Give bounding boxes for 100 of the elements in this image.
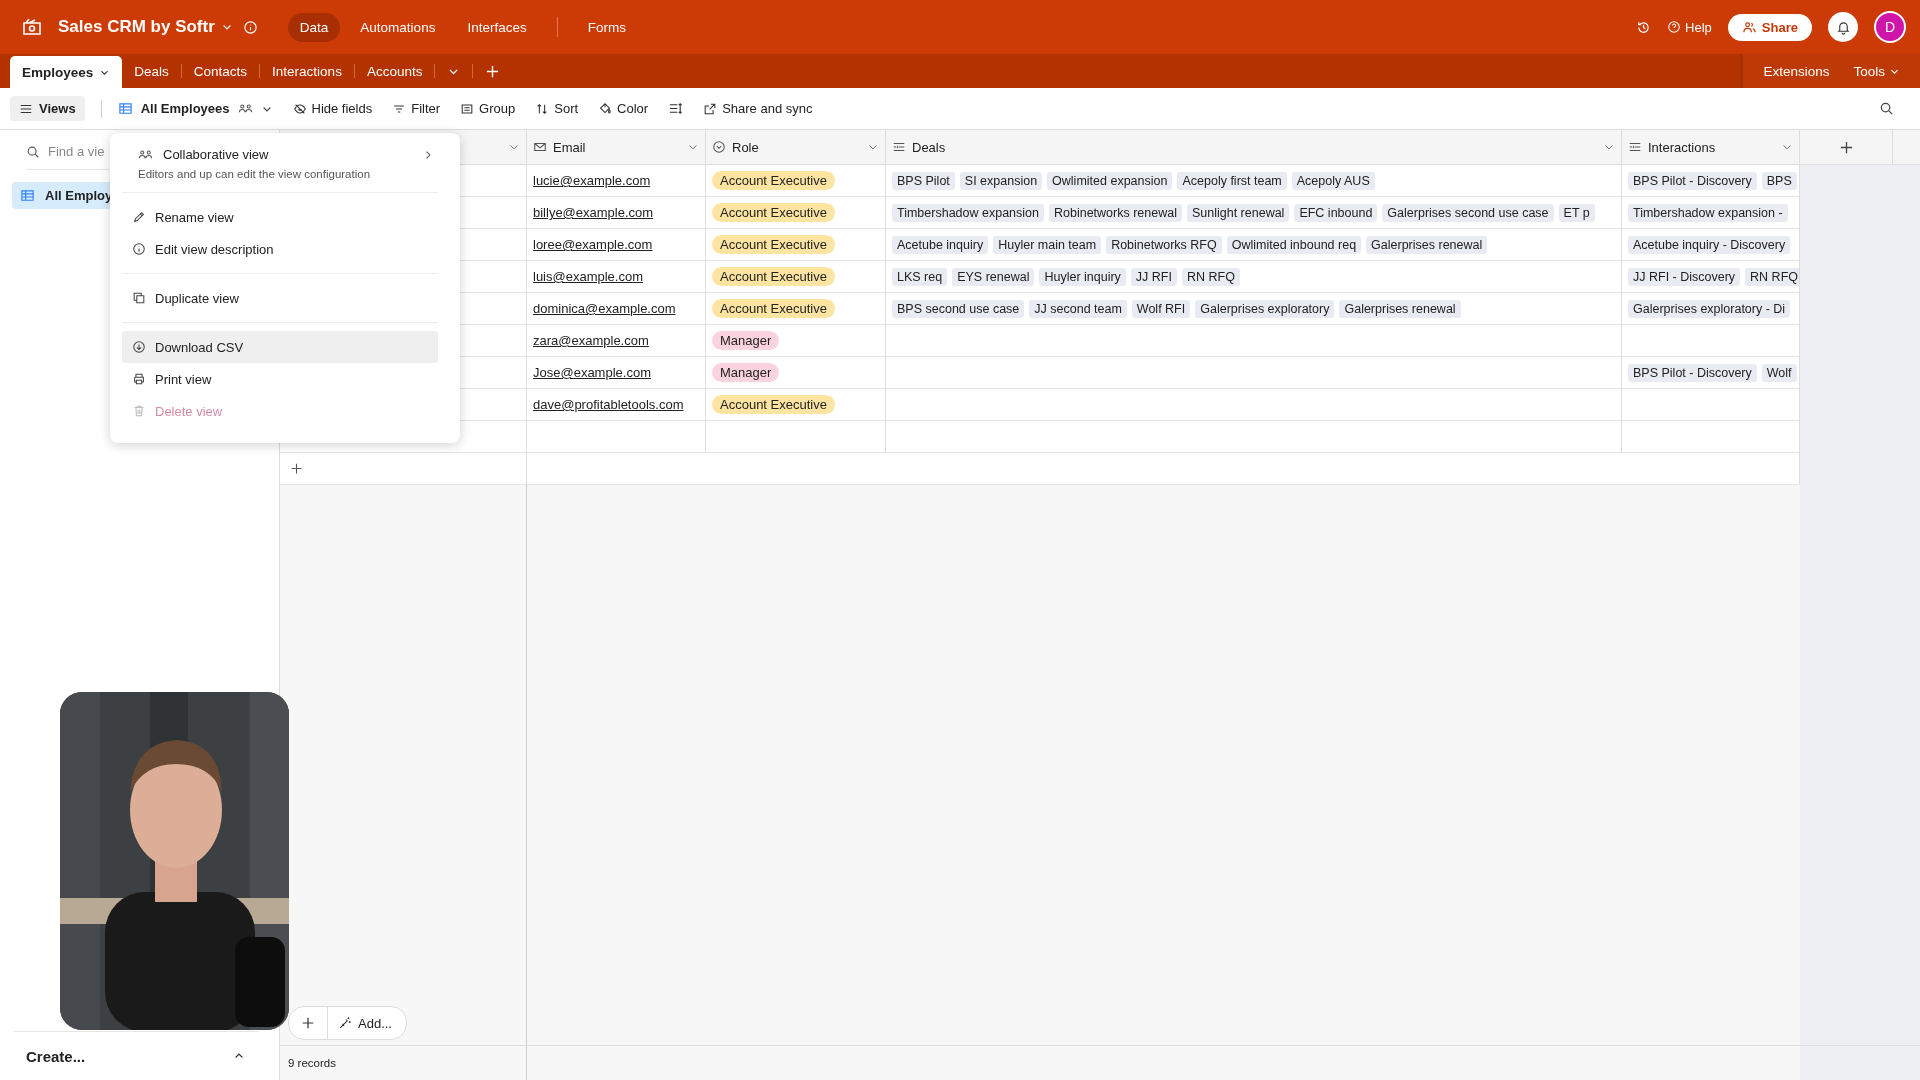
table-tab[interactable]: Employees (10, 56, 123, 88)
nav-tab[interactable]: Automations (348, 12, 448, 42)
role-tag: Account Executive (712, 395, 835, 414)
deal-chip[interactable]: EYS renewal (952, 267, 1035, 286)
deal-chip[interactable]: EFC inbound (1294, 203, 1378, 222)
role-tag: Account Executive (712, 267, 835, 286)
email-link[interactable]: dominica@example.com (533, 301, 676, 316)
table-tab[interactable]: Deals (122, 56, 181, 86)
deal-chip[interactable]: Wolf RFI (1131, 299, 1191, 318)
magic-wand-icon (338, 1016, 352, 1030)
views-button[interactable]: Views (10, 96, 85, 121)
email-link[interactable]: zara@example.com (533, 333, 649, 348)
sort-button[interactable]: Sort (535, 101, 579, 116)
menu-item[interactable]: Print view (122, 363, 438, 395)
deal-chip[interactable]: Owlimited expansion (1047, 171, 1173, 190)
help-button[interactable]: Help (1667, 19, 1712, 35)
deal-chip[interactable]: Acepoly first team (1177, 171, 1287, 190)
role-tag: Account Executive (712, 299, 835, 318)
email-link[interactable]: Jose@example.com (533, 365, 651, 380)
deal-chip[interactable]: Huyler main team (993, 235, 1102, 254)
deal-chip[interactable]: LKS req (892, 267, 948, 286)
interaction-chip[interactable]: RN RFQ (1745, 267, 1799, 286)
duplicate-icon (132, 291, 146, 305)
column-header[interactable]: Email (527, 130, 706, 164)
plus-icon (290, 462, 303, 475)
people-icon (1741, 19, 1757, 35)
hide-button[interactable]: Hide fields (292, 101, 373, 116)
base-title[interactable]: Sales CRM by Softr (58, 17, 215, 37)
email-link[interactable]: billye@example.com (533, 205, 654, 220)
deal-chip[interactable]: JJ RFI (1130, 267, 1177, 286)
table-tab[interactable]: Interactions (260, 56, 354, 86)
linked-records-icon (892, 140, 906, 154)
role-tag: Account Executive (712, 203, 835, 222)
table-tab[interactable]: Accounts (354, 56, 435, 86)
deal-chip[interactable]: Galerprises renewal (1366, 235, 1488, 254)
interaction-chip[interactable]: Galerprises exploratory - Di (1628, 299, 1791, 318)
deal-chip[interactable]: Timbershadow expansion (892, 203, 1044, 222)
tools-button[interactable]: Tools (1843, 63, 1910, 79)
row-height-icon[interactable] (668, 101, 684, 116)
menu-description: Editors and up can edit the view configuration (138, 168, 371, 180)
deal-chip[interactable]: BPS Pilot (892, 171, 955, 190)
trash-icon (132, 404, 146, 418)
filter-button[interactable]: Filter (392, 101, 441, 116)
menu-item[interactable]: Edit view description (122, 233, 438, 265)
grid-icon (117, 101, 133, 116)
deal-chip[interactable]: Huyler inquiry (1039, 267, 1126, 286)
deal-chip[interactable]: RN RFQ (1181, 267, 1240, 286)
deal-chip[interactable]: BPS second use case (892, 299, 1025, 318)
color-button[interactable]: Color (598, 101, 649, 116)
view-switcher[interactable]: All Employees (117, 101, 273, 116)
column-header[interactable]: Deals (886, 130, 1622, 164)
deal-chip[interactable]: Owlimited inbound req (1226, 235, 1362, 254)
interaction-chip[interactable]: BPS (1761, 171, 1797, 190)
email-link[interactable]: dave@profitabletools.com (533, 397, 684, 412)
role-tag: Manager (712, 363, 780, 382)
column-header[interactable]: Role (706, 130, 886, 164)
menu-item[interactable]: Collaborative view (163, 147, 269, 162)
find-view-field[interactable]: Find a vie (48, 144, 108, 159)
email-link[interactable]: lucie@example.com (533, 173, 651, 188)
deal-chip[interactable]: Acetube inquiry (892, 235, 989, 254)
deal-chip[interactable]: Galerprises second use case (1382, 203, 1554, 222)
share-button[interactable]: Share and sync (703, 101, 813, 116)
deal-chip[interactable]: JJ second team (1029, 299, 1127, 318)
bell-icon (1835, 19, 1851, 35)
deal-chip[interactable]: Sunlight renewal (1186, 203, 1290, 222)
create-label[interactable]: Create... (26, 1047, 86, 1065)
deal-chip[interactable]: Galerprises renewal (1339, 299, 1461, 318)
deal-chip[interactable]: Galerprises exploratory (1195, 299, 1335, 318)
printer-icon (132, 372, 146, 386)
table-tab[interactable]: Contacts (181, 56, 260, 86)
deal-chip[interactable]: Robinetworks renewal (1049, 203, 1182, 222)
email-link[interactable]: luis@example.com (533, 269, 643, 284)
nav-tab[interactable]: Data (287, 12, 341, 42)
email-link[interactable]: loree@example.com (533, 237, 653, 252)
deal-chip[interactable]: Acepoly AUS (1291, 171, 1375, 190)
interaction-chip[interactable]: Acetube inquiry - Discovery (1628, 235, 1791, 254)
group-button[interactable]: Group (460, 101, 516, 116)
menu-item[interactable]: Rename view (122, 201, 438, 233)
info-icon[interactable] (242, 19, 258, 35)
interaction-chip[interactable]: BPS Pilot - Discovery (1628, 363, 1757, 382)
nav-tab[interactable]: Interfaces (455, 12, 539, 42)
extensions-button[interactable]: Extensions (1753, 63, 1840, 79)
pencil-icon (132, 210, 146, 224)
add-table-icon[interactable] (485, 63, 501, 79)
share-button[interactable]: Share (1727, 13, 1812, 41)
interaction-chip[interactable]: Timbershadow expansion - (1628, 203, 1788, 222)
search-icon[interactable] (1879, 101, 1894, 116)
role-tag: Account Executive (712, 171, 835, 190)
menu-item[interactable]: Download CSV (122, 331, 438, 363)
interaction-chip[interactable]: Wolf (1761, 363, 1797, 382)
deal-chip[interactable]: SI expansion (959, 171, 1043, 190)
history-icon[interactable] (1636, 19, 1652, 35)
deal-chip[interactable]: ET p (1558, 203, 1595, 222)
user-avatar[interactable]: D (1874, 11, 1906, 43)
deal-chip[interactable]: Robinetworks RFQ (1106, 235, 1222, 254)
nav-tab[interactable]: Forms (575, 12, 638, 42)
interaction-chip[interactable]: JJ RFI - Discovery (1628, 267, 1741, 286)
notifications-button[interactable] (1828, 12, 1858, 42)
interaction-chip[interactable]: BPS Pilot - Discovery (1628, 171, 1757, 190)
menu-item[interactable]: Duplicate view (122, 282, 438, 314)
